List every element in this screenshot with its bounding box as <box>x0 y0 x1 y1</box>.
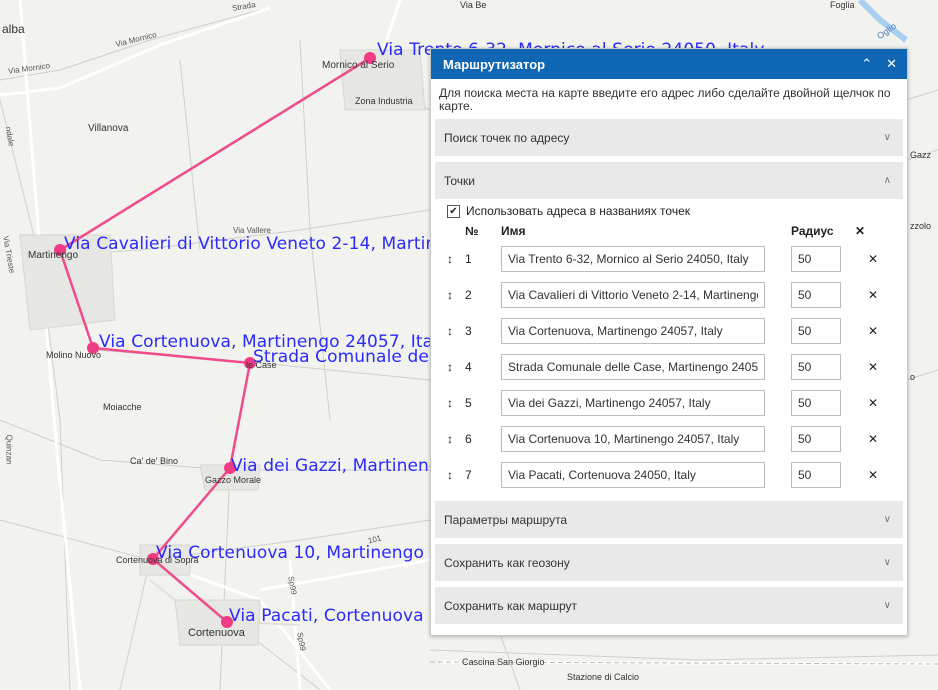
points-body: ✔ Использовать адреса в названиях точек … <box>435 199 903 495</box>
point-name-input[interactable] <box>501 318 765 344</box>
point-number: 1 <box>465 252 472 266</box>
section-label: Параметры маршрута <box>444 512 568 527</box>
map-label-o: o <box>910 372 916 382</box>
map-label-cadebino: Ca' de' Bino <box>130 456 178 466</box>
drag-handle-icon[interactable]: ↕ <box>435 277 465 313</box>
point-radius-input[interactable] <box>791 390 841 416</box>
chevron-down-icon: ∨ <box>883 557 891 568</box>
save-route-section[interactable]: Сохранить как маршрут ∨ <box>435 587 903 624</box>
section-label: Сохранить как маршрут <box>444 598 577 613</box>
section-label: Точки <box>444 173 476 188</box>
point-radius-input[interactable] <box>791 426 841 452</box>
point-name-input[interactable] <box>501 246 765 272</box>
map-label-quinzan: Quinzan <box>4 434 14 465</box>
point-name-input[interactable] <box>501 426 765 452</box>
use-addresses-label: Использовать адреса в названиях точек <box>466 204 690 218</box>
drag-handle-icon[interactable]: ↕ <box>435 241 465 277</box>
col-name-header: Имя <box>501 224 526 238</box>
point-name-input[interactable] <box>501 390 765 416</box>
drag-handle-icon[interactable]: ↕ <box>435 349 465 385</box>
map-label-gazz: Gazz <box>910 150 932 160</box>
point-row: ↕ 2 ✕ <box>435 277 891 313</box>
point-number: 7 <box>465 468 472 482</box>
point-radius-input[interactable] <box>791 354 841 380</box>
map-label-molino: Molino Nuovo <box>46 350 102 360</box>
waypoint-label-6: Via Cortenuova 10, Martinengo <box>156 543 425 563</box>
close-icon[interactable]: ✕ <box>886 56 897 72</box>
points-section[interactable]: Точки ∧ <box>435 162 903 199</box>
waypoint-label-2: Via Cavalieri di Vittorio Veneto 2-14, M… <box>64 234 480 254</box>
point-number: 5 <box>465 396 472 410</box>
collapse-icon[interactable]: ⌃ <box>861 56 872 72</box>
point-number: 2 <box>465 288 472 302</box>
panel-info-text: Для поиска места на карте введите его ад… <box>439 86 891 113</box>
map-label-alba: alba <box>2 22 25 36</box>
point-number: 4 <box>465 360 472 374</box>
search-points-section[interactable]: Поиск точек по адресу ∨ <box>435 119 903 156</box>
col-radius-header: Радиус <box>791 224 834 238</box>
delete-point-icon[interactable]: ✕ <box>855 349 891 385</box>
use-addresses-checkbox-row[interactable]: ✔ Использовать адреса в названиях точек <box>435 203 903 219</box>
map-label-foglia: Foglia <box>830 0 855 10</box>
point-radius-input[interactable] <box>791 462 841 488</box>
map-label-villanova: Villanova <box>88 123 129 134</box>
map-label-cascina: Cascina San Giorgio <box>462 657 545 667</box>
chevron-up-icon: ∧ <box>883 175 891 186</box>
point-name-input[interactable] <box>501 282 765 308</box>
delete-point-icon[interactable]: ✕ <box>855 241 891 277</box>
panel-title: Маршрутизатор <box>443 56 546 72</box>
save-geozone-section[interactable]: Сохранить как геозону ∨ <box>435 544 903 581</box>
point-number: 6 <box>465 432 472 446</box>
chevron-down-icon: ∨ <box>883 132 891 143</box>
point-row: ↕ 3 ✕ <box>435 313 891 349</box>
section-label: Поиск точек по адресу <box>444 130 570 145</box>
points-table-header: № Имя Радиус ✕ <box>435 221 891 241</box>
delete-point-icon[interactable]: ✕ <box>855 421 891 457</box>
drag-handle-icon[interactable]: ↕ <box>435 385 465 421</box>
section-label: Сохранить как геозону <box>444 555 570 570</box>
point-row: ↕ 6 ✕ <box>435 421 891 457</box>
map-label-gazzo: Gazzo Morale <box>205 475 262 485</box>
map-label-mornico: Mornico al Serio <box>322 60 395 71</box>
map-label-zona: Zona Industria <box>355 96 413 106</box>
route-params-section[interactable]: Параметры маршрута ∨ <box>435 501 903 538</box>
delete-all-icon[interactable]: ✕ <box>855 221 891 241</box>
chevron-down-icon: ∨ <box>883 514 891 525</box>
delete-point-icon[interactable]: ✕ <box>855 277 891 313</box>
drag-handle-icon[interactable]: ↕ <box>435 457 465 493</box>
delete-point-icon[interactable]: ✕ <box>855 457 891 493</box>
point-row: ↕ 7 ✕ <box>435 457 891 493</box>
router-panel: Маршрутизатор ⌃ ✕ Для поиска места на ка… <box>430 48 908 636</box>
point-row: ↕ 5 ✕ <box>435 385 891 421</box>
map-label-cortenuova: Cortenuova <box>188 627 245 639</box>
point-row: ↕ 1 ✕ <box>435 241 891 277</box>
map-label-via-be: Via Be <box>460 0 487 10</box>
drag-handle-icon[interactable]: ↕ <box>435 421 465 457</box>
delete-point-icon[interactable]: ✕ <box>855 313 891 349</box>
point-radius-input[interactable] <box>791 246 841 272</box>
map-label-moiacche: Moiacche <box>103 402 142 412</box>
point-radius-input[interactable] <box>791 318 841 344</box>
col-num-header: № <box>465 224 479 238</box>
map-label-zzolo: zzolo <box>910 221 932 231</box>
panel-header: Маршрутизатор ⌃ ✕ <box>431 49 907 79</box>
waypoint-label-5: Via dei Gazzi, Martinengo <box>231 456 451 476</box>
points-table: № Имя Радиус ✕ ↕ 1 ✕ ↕ 2 <box>435 221 891 493</box>
point-name-input[interactable] <box>501 354 765 380</box>
use-addresses-checkbox[interactable]: ✔ <box>447 204 460 218</box>
point-row: ↕ 4 ✕ <box>435 349 891 385</box>
waypoint-label-7: Via Pacati, Cortenuova <box>229 606 424 626</box>
chevron-down-icon: ∨ <box>883 600 891 611</box>
map-label-stazione: Stazione di Calcio <box>567 672 640 682</box>
delete-point-icon[interactable]: ✕ <box>855 385 891 421</box>
point-radius-input[interactable] <box>791 282 841 308</box>
point-number: 3 <box>465 324 472 338</box>
point-name-input[interactable] <box>501 462 765 488</box>
drag-handle-icon[interactable]: ↕ <box>435 313 465 349</box>
